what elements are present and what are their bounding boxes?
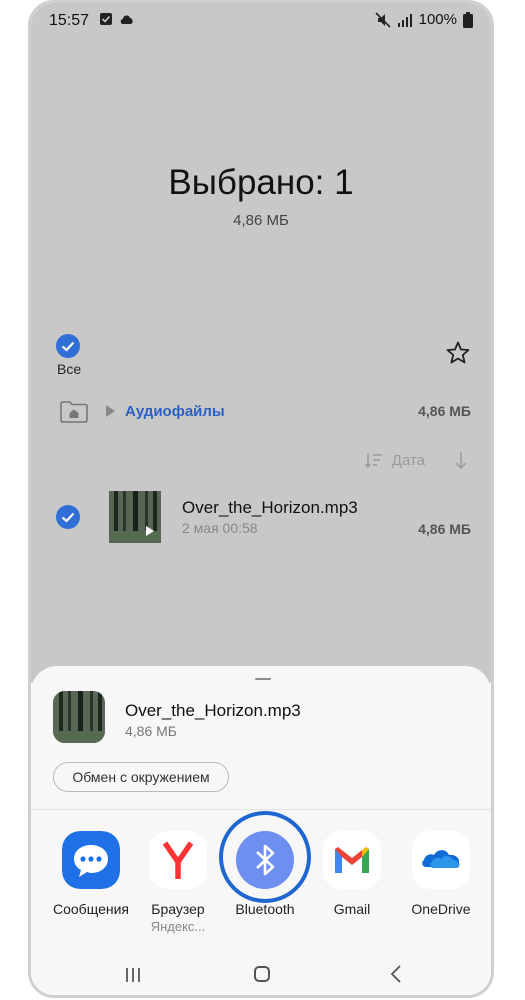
nav-home-icon[interactable] bbox=[254, 966, 270, 982]
check-icon bbox=[61, 512, 75, 523]
cloud-notification-icon bbox=[120, 15, 133, 24]
home-folder-icon[interactable] bbox=[59, 400, 89, 424]
signal-icon bbox=[397, 13, 412, 27]
app-label: Браузер bbox=[151, 901, 205, 917]
sort-icon[interactable] bbox=[365, 451, 383, 469]
status-bar: 15:57 100% bbox=[31, 3, 491, 39]
share-sheet: Over_the_Horizon.mp3 4,86 МБ Обмен с окр… bbox=[31, 666, 491, 995]
nav-recent-icon[interactable] bbox=[124, 967, 142, 983]
file-checkbox[interactable] bbox=[56, 505, 80, 529]
share-file-thumbnail bbox=[53, 691, 105, 743]
share-app-gmail[interactable]: Gmail bbox=[309, 831, 395, 917]
status-time: 15:57 bbox=[49, 12, 90, 29]
checkbox-notification-icon bbox=[100, 13, 112, 25]
share-app-yandex[interactable]: Браузер Яндекс... bbox=[135, 831, 221, 934]
file-size: 4,86 МБ bbox=[418, 521, 471, 537]
selection-title: Выбрано: 1 bbox=[168, 163, 354, 202]
share-file-size: 4,86 МБ bbox=[125, 723, 177, 739]
messages-icon bbox=[62, 831, 120, 889]
navigation-bar bbox=[31, 946, 491, 995]
selection-size: 4,86 МБ bbox=[233, 212, 289, 229]
star-icon[interactable] bbox=[445, 340, 471, 366]
forest-thumbnail-image bbox=[53, 691, 105, 743]
file-thumbnail bbox=[109, 491, 161, 543]
bluetooth-highlight-ring bbox=[219, 811, 311, 903]
sheet-handle[interactable] bbox=[255, 678, 271, 680]
app-label: Сообщения bbox=[53, 901, 129, 917]
nearby-share-button[interactable]: Обмен с окружением bbox=[53, 762, 229, 792]
sort-down-icon[interactable] bbox=[453, 450, 469, 470]
battery-icon bbox=[463, 11, 473, 28]
dimmed-background: 15:57 100% Выбрано: 1 4,86 МБ Все Аудиоф… bbox=[31, 3, 491, 683]
forest-thumbnail-image bbox=[109, 491, 161, 543]
app-sublabel: Яндекс... bbox=[150, 919, 206, 934]
share-app-onedrive[interactable]: OneDrive bbox=[398, 831, 484, 917]
file-name: Over_the_Horizon.mp3 bbox=[182, 498, 358, 517]
nav-back-icon[interactable] bbox=[390, 965, 402, 983]
sort-label[interactable]: Дата bbox=[392, 452, 425, 469]
app-label: Bluetooth bbox=[235, 901, 295, 917]
share-app-messages[interactable]: Сообщения bbox=[48, 831, 134, 917]
share-file-name: Over_the_Horizon.mp3 bbox=[125, 701, 301, 720]
phone-frame: 15:57 100% Выбрано: 1 4,86 МБ Все Аудиоф… bbox=[28, 0, 494, 998]
file-date: 2 мая 00:58 bbox=[182, 520, 258, 536]
breadcrumb-folder[interactable]: Аудиофайлы bbox=[125, 403, 225, 420]
battery-level: 100% bbox=[418, 11, 457, 28]
app-label: OneDrive bbox=[411, 901, 471, 917]
yandex-icon bbox=[149, 831, 207, 889]
select-all-checkbox[interactable] bbox=[56, 334, 80, 358]
app-label: Gmail bbox=[333, 901, 371, 917]
check-icon bbox=[61, 341, 75, 352]
mute-icon bbox=[375, 11, 391, 28]
breadcrumb-arrow-icon bbox=[106, 405, 115, 417]
file-row[interactable]: Over_the_Horizon.mp3 2 мая 00:58 4,86 МБ bbox=[31, 487, 491, 547]
status-icons-right: 100% bbox=[375, 11, 473, 28]
divider bbox=[31, 809, 491, 810]
breadcrumb-size: 4,86 МБ bbox=[418, 403, 471, 419]
select-all-label: Все bbox=[57, 361, 82, 377]
status-icons-left bbox=[99, 12, 135, 26]
onedrive-icon bbox=[412, 831, 470, 889]
gmail-icon bbox=[323, 831, 381, 889]
